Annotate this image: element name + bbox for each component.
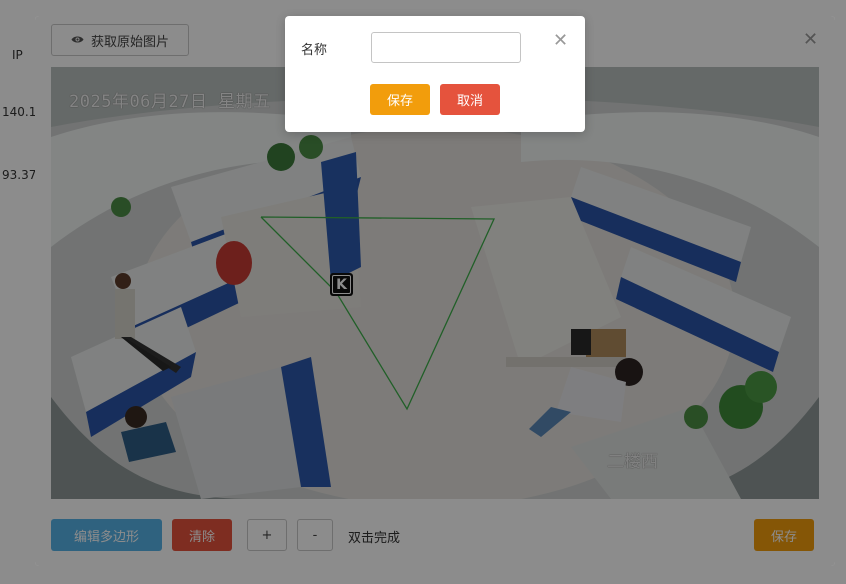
zoom-in-button[interactable]: + [247,519,287,551]
polygon-vertex-marker[interactable]: K [330,273,353,296]
dialog-cancel-button[interactable]: 取消 [440,84,500,115]
editor-save-button[interactable]: 保存 [754,519,814,551]
dialog-close-icon[interactable]: ✕ [553,32,568,50]
get-original-image-button[interactable]: 获取原始图片 [51,24,189,56]
name-label: 名称 [301,43,328,58]
edit-polygon-button[interactable]: 编辑多边形 [51,519,162,551]
close-icon[interactable]: ✕ [803,31,818,49]
dialog-save-button[interactable]: 保存 [370,84,430,115]
clear-button[interactable]: 清除 [172,519,232,551]
double-click-hint: 双击完成 [348,531,401,546]
get-original-image-label: 获取原始图片 [90,34,169,50]
eye-icon [71,33,84,48]
name-input[interactable] [371,32,521,63]
camera-timestamp: 2025年06月27日 星期五 [69,92,271,112]
name-dialog: 名称 ✕ 保存 取消 [285,16,585,132]
camera-location-label: 二楼西 [607,452,658,472]
marker-letter: K [336,276,347,293]
zoom-out-button[interactable]: - [297,519,333,551]
